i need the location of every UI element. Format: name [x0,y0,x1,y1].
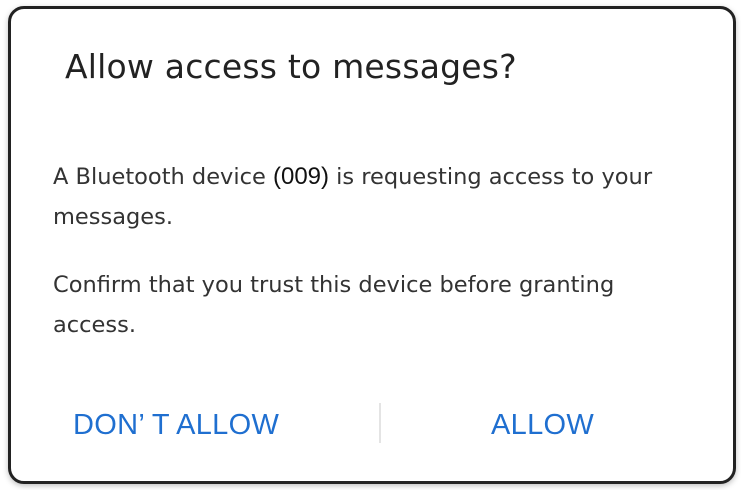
dialog-title: Allow access to messages? [65,47,517,86]
message-text-before: A Bluetooth device [53,164,273,190]
dialog-actions: DON’ T ALLOW ALLOW [11,397,733,453]
device-id: (009) [272,163,330,190]
dialog-warning: Confirm that you trust this device befor… [53,272,615,338]
dialog-message: A Bluetooth device (009) is requesting a… [53,157,703,237]
permission-dialog: Allow access to messages? A Bluetooth de… [8,6,736,484]
button-divider [379,403,381,443]
allow-button[interactable]: ALLOW [491,397,594,453]
dont-allow-button[interactable]: DON’ T ALLOW [73,397,279,453]
